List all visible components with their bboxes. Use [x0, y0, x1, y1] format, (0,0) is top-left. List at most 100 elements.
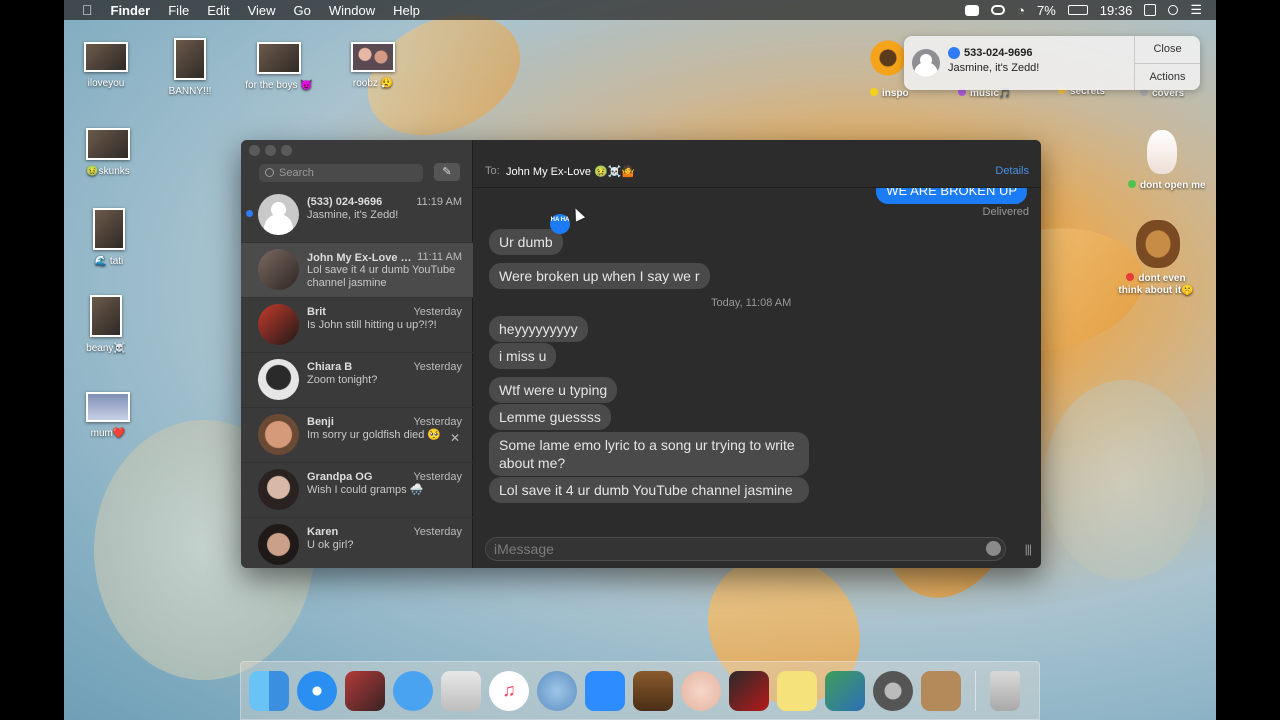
desktop-icon-tati[interactable]: 🌊 tati — [64, 208, 157, 267]
wifi-icon[interactable]: ◔ — [1017, 3, 1025, 18]
lion-icon[interactable] — [1136, 220, 1180, 268]
received-message[interactable]: Some lame emo lyric to a song ur trying … — [489, 432, 809, 476]
menu-list-icon[interactable]: ☰ — [1190, 2, 1202, 18]
received-message[interactable]: Lol save it 4 ur dumb YouTube channel ja… — [489, 477, 809, 503]
message-thread[interactable]: WE ARE BROKEN UP Delivered Ur dumb HA HA… — [473, 188, 1041, 528]
avatar — [258, 249, 299, 290]
messages-icon — [948, 47, 960, 59]
photo-thumbnail — [174, 38, 206, 80]
preview-icon[interactable] — [825, 670, 865, 711]
notification-banner[interactable]: 533-024-9696 Jasmine, it's Zedd! Close A… — [904, 36, 1200, 90]
zoom-icon[interactable] — [585, 670, 625, 711]
face-icon[interactable] — [681, 670, 721, 711]
received-message[interactable]: heyyyyyyyyy — [489, 316, 588, 342]
compose-button[interactable]: ✎ — [434, 163, 460, 181]
conversation-item[interactable]: (533) 024-9696 11:19 AM Jasmine, it's Ze… — [241, 188, 473, 243]
photo-thumbnail — [351, 42, 395, 72]
red-tag-icon — [1126, 273, 1135, 281]
desktop-icon-banny[interactable]: BANNY!!! — [142, 38, 238, 97]
conversation-time: 11:11 AM — [417, 251, 462, 263]
zoom-icon[interactable] — [965, 4, 980, 16]
close-window-button[interactable] — [249, 145, 260, 156]
photo-thumbnail — [257, 42, 301, 74]
finder-icon[interactable] — [249, 670, 289, 711]
received-message[interactable]: Wtf were u typing — [489, 377, 618, 403]
sunflower-icon[interactable] — [870, 40, 906, 76]
search-icon[interactable] — [1168, 5, 1179, 15]
delete-conversation-icon[interactable]: ✕ — [450, 431, 460, 445]
conversation-time: Yesterday — [413, 416, 462, 428]
music-icon[interactable]: ♫ — [489, 670, 529, 711]
conversation-item-selected[interactable]: John My Ex-Love 🤢☠️🤷 11:11 AM Lol save i… — [241, 243, 473, 298]
photo-thumbnail — [90, 295, 122, 337]
conversation-item[interactable]: Chiara B Yesterday Zoom tonight? — [241, 353, 473, 408]
menu-edit[interactable]: Edit — [198, 3, 238, 18]
clock[interactable]: 19:36 — [1100, 3, 1133, 18]
safari-icon[interactable] — [297, 670, 337, 711]
emoji-icon[interactable] — [986, 541, 1001, 556]
sent-message[interactable]: WE ARE BROKEN UP — [876, 188, 1027, 204]
actions-button[interactable]: Actions — [1135, 64, 1200, 91]
stickies-icon[interactable] — [777, 670, 817, 711]
menu-view[interactable]: View — [239, 3, 285, 18]
cheetah-icon[interactable] — [441, 670, 481, 711]
folder-dont-open-me[interactable]: dont open me — [1128, 180, 1206, 191]
unread-dot-icon — [246, 210, 253, 217]
menu-window[interactable]: Window — [320, 3, 384, 18]
system-preferences-icon[interactable] — [873, 670, 913, 711]
bunny-icon[interactable] — [1147, 130, 1177, 174]
avatar — [912, 49, 940, 77]
menu-help[interactable]: Help — [384, 3, 429, 18]
received-message[interactable]: i miss u — [489, 343, 557, 369]
garageband-icon[interactable] — [633, 670, 673, 711]
conversation-preview: Zoom tonight? — [307, 374, 378, 386]
desktop-icon-mum[interactable]: mum❤️ — [64, 392, 156, 439]
folder-dont-even-think[interactable]: dont even think about it🤫 — [1116, 273, 1196, 297]
calendar-icon[interactable] — [1144, 4, 1157, 16]
desktop-icon-for-the-boys[interactable]: for the boys 😈 — [231, 42, 327, 91]
received-message[interactable]: Lemme guessss — [489, 404, 611, 430]
close-button[interactable]: Close — [1135, 36, 1200, 64]
conversation-item[interactable]: Brit Yesterday Is John still hitting u u… — [241, 298, 473, 353]
photo-thumbnail — [93, 208, 125, 250]
battery-icon[interactable] — [1067, 5, 1088, 15]
apple-icon[interactable]:  — [64, 2, 102, 18]
conversation-item[interactable]: Karen Yesterday U ok girl? — [241, 518, 473, 568]
minimize-window-button[interactable] — [265, 145, 276, 156]
haha-tapback-icon: HA HA — [550, 214, 570, 234]
desktop-icon-label: iloveyou — [87, 78, 125, 89]
conversation-item[interactable]: Benji Yesterday Im sorry ur goldfish die… — [241, 408, 473, 463]
desktop-icon-skunks[interactable]: 🤢skunks — [64, 128, 156, 177]
desktop-icon-beany[interactable]: beany☠️ — [64, 295, 154, 354]
photo-booth-icon[interactable] — [345, 670, 385, 711]
message-composer[interactable] — [485, 537, 1006, 561]
imessage-input[interactable] — [486, 538, 966, 560]
menu-go[interactable]: Go — [285, 3, 320, 18]
avatar — [258, 304, 299, 345]
menu-file[interactable]: File — [159, 3, 198, 18]
search-input[interactable]: Search — [259, 164, 423, 182]
messages-icon[interactable] — [393, 670, 433, 711]
photo-icon[interactable] — [729, 670, 769, 711]
creative-cloud-icon[interactable] — [991, 5, 1006, 15]
folder-inspo[interactable]: inspo — [870, 88, 909, 99]
trash-icon[interactable] — [990, 670, 1020, 711]
desktop-icon-roobz[interactable]: roobz 😮‍💨 — [325, 42, 421, 89]
received-message[interactable]: Were broken up when I say we r — [489, 263, 710, 289]
menu-app-name[interactable]: Finder — [102, 3, 160, 18]
seal-icon[interactable] — [537, 670, 577, 711]
notification-body: 533-024-9696 Jasmine, it's Zedd! — [948, 36, 1134, 90]
conversation-item[interactable]: Grandpa OG Yesterday Wish I could gramps… — [241, 463, 473, 518]
conversation-preview: Is John still hitting u up?!?! — [307, 319, 437, 331]
recipient-name[interactable]: John My Ex-Love 🤢☠️🤷 — [506, 165, 635, 178]
notification-actions: Close Actions — [1134, 36, 1200, 90]
avatar — [258, 469, 299, 510]
status-area: ◔ 7% 19:36 ☰ — [965, 2, 1216, 18]
contacts-icon[interactable] — [921, 670, 961, 711]
desktop-icon-iloveyou[interactable]: iloveyou — [64, 42, 154, 89]
zoom-window-button[interactable] — [281, 145, 292, 156]
desktop-icon-label: 🌊 tati — [94, 256, 124, 267]
received-message[interactable]: Ur dumb — [489, 229, 563, 255]
details-button[interactable]: Details — [995, 165, 1029, 177]
audio-waveform-icon[interactable]: ||| — [1025, 542, 1032, 556]
